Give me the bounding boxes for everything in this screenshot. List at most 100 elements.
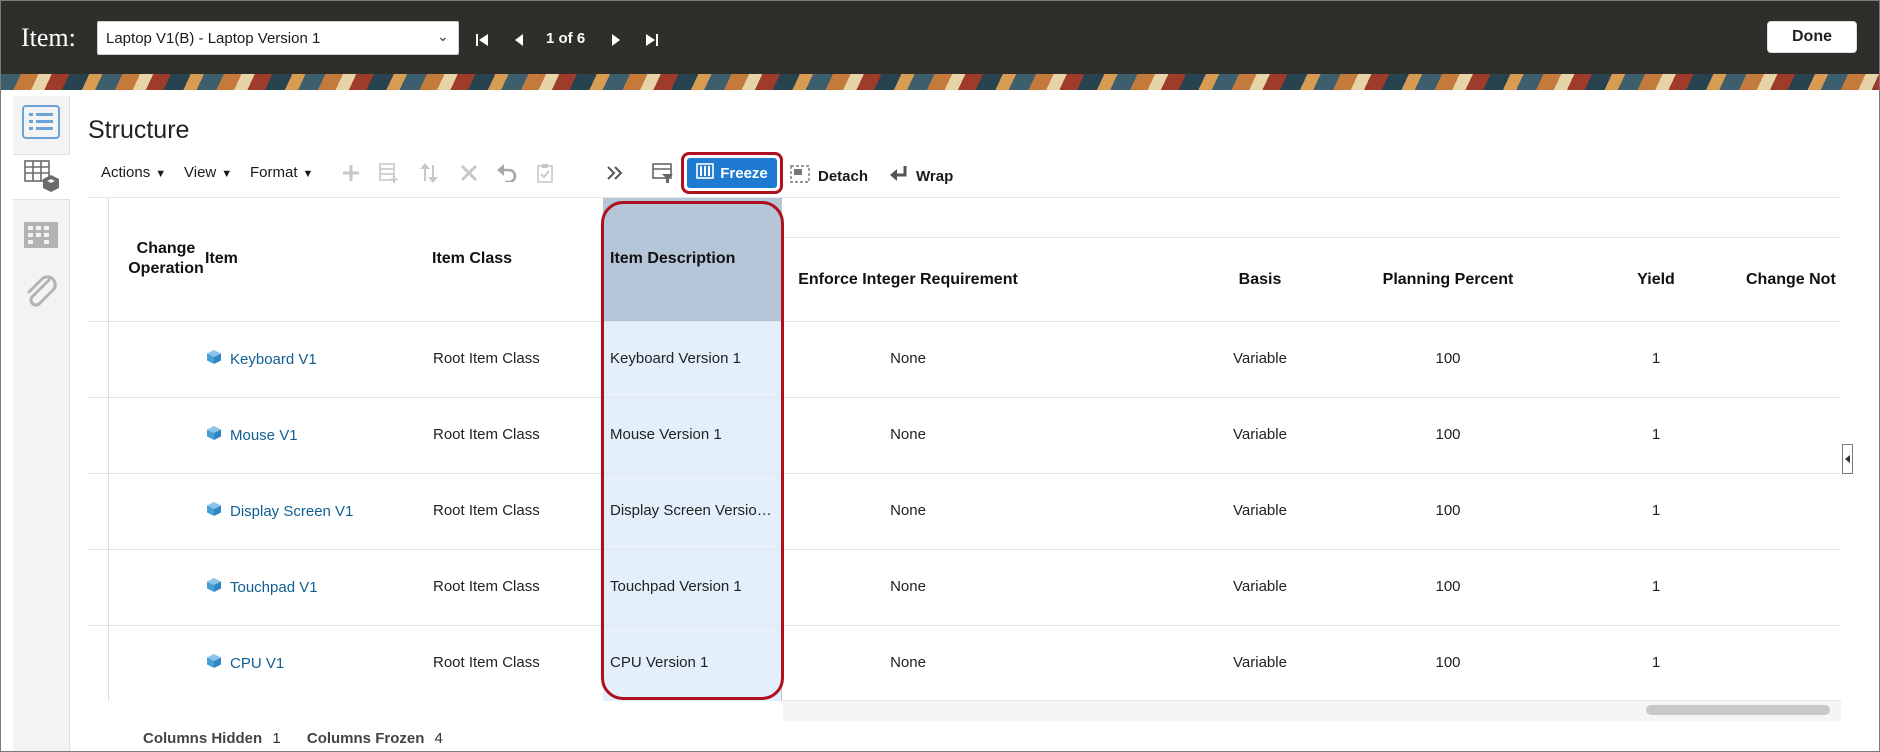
table-row-item[interactable]: CPU V1	[206, 653, 284, 673]
enforce-cell: None	[890, 350, 926, 367]
header-group-border	[783, 237, 1840, 238]
basis-cell: Variable	[1233, 350, 1287, 367]
paperclip-icon	[21, 272, 61, 317]
rail-structure[interactable]	[13, 154, 70, 200]
columns-frozen-label: Columns Frozen	[306, 730, 425, 747]
last-page-icon[interactable]	[641, 29, 663, 51]
columns-hidden-value: 1	[272, 730, 281, 747]
planning-cell: 100	[1435, 578, 1461, 595]
clipboard-check-icon[interactable]	[533, 161, 557, 185]
table-row-item[interactable]: Mouse V1	[206, 425, 298, 445]
actions-menu-label: Actions	[101, 164, 151, 181]
col-change-operation-line2: Operation	[128, 260, 204, 277]
caret-down-icon: ▼	[221, 168, 233, 180]
basis-cell: Variable	[1233, 502, 1287, 519]
next-page-icon[interactable]	[605, 29, 627, 51]
format-menu[interactable]: Format ▼	[250, 164, 313, 181]
item-cube-icon	[206, 425, 222, 445]
freeze-button-label: Freeze	[720, 164, 768, 182]
columns-frozen-value: 4	[434, 730, 443, 747]
item-cube-icon	[206, 501, 222, 521]
item-cube-icon	[206, 349, 222, 369]
item-link[interactable]: Display Screen V1	[230, 503, 353, 520]
item-label: Item:	[21, 23, 76, 52]
col-item[interactable]: Item	[205, 250, 238, 268]
planning-cell: 100	[1435, 426, 1461, 443]
first-page-icon[interactable]	[471, 29, 493, 51]
detach-button[interactable]: Detach	[790, 165, 868, 187]
format-menu-label: Format	[250, 164, 298, 181]
col-item-class[interactable]: Item Class	[432, 250, 512, 268]
caret-down-icon: ▼	[302, 168, 314, 180]
decorative-banner	[1, 74, 1879, 90]
caret-down-icon: ▼	[155, 168, 167, 180]
col-basis[interactable]: Basis	[1190, 271, 1330, 289]
row-divider	[88, 549, 1840, 550]
table-top-border	[88, 197, 1840, 198]
enforce-cell: None	[890, 578, 926, 595]
basis-cell: Variable	[1233, 654, 1287, 671]
enforce-cell: None	[890, 502, 926, 519]
sort-icon[interactable]	[417, 161, 441, 185]
item-link[interactable]: Keyboard V1	[230, 351, 317, 368]
planning-cell: 100	[1435, 654, 1461, 671]
row-divider	[88, 473, 1840, 474]
planning-cell: 100	[1435, 502, 1461, 519]
rail-overview[interactable]	[19, 102, 63, 146]
caret-left-icon	[1844, 455, 1850, 463]
item-link[interactable]: CPU V1	[230, 655, 284, 672]
collapse-panel-handle[interactable]	[1842, 444, 1853, 474]
yield-cell: 1	[1651, 350, 1661, 367]
yield-cell: 1	[1651, 578, 1661, 595]
item-selector[interactable]: Laptop V1(B) - Laptop Version 1	[97, 21, 459, 55]
add-rows-icon[interactable]	[377, 161, 401, 185]
col-planning-percent[interactable]: Planning Percent	[1328, 271, 1568, 289]
col-yield[interactable]: Yield	[1586, 271, 1726, 289]
view-menu[interactable]: View ▼	[184, 164, 232, 181]
detach-icon	[790, 165, 810, 187]
col-enforce-integer[interactable]: Enforce Integer Requirement	[794, 271, 1022, 289]
yield-cell: 1	[1651, 502, 1661, 519]
freeze-columns-icon	[696, 163, 715, 183]
app-window: Item: Laptop V1(B) - Laptop Version 1 ⌄ …	[0, 0, 1880, 752]
enforce-cell: None	[890, 426, 926, 443]
item-link[interactable]: Mouse V1	[230, 427, 298, 444]
add-icon[interactable]	[339, 161, 363, 185]
delete-icon[interactable]	[457, 161, 481, 185]
actions-menu[interactable]: Actions ▼	[101, 164, 166, 181]
item-header: Item: Laptop V1(B) - Laptop Version 1 ⌄ …	[1, 1, 1879, 74]
item-cube-icon	[206, 577, 222, 597]
pager-indicator: 1 of 6	[546, 30, 586, 47]
overflow-chevrons-icon[interactable]	[603, 161, 627, 185]
query-by-example-icon[interactable]	[651, 161, 675, 185]
structure-table: Change Operation Item Item Class Item De…	[88, 197, 1840, 701]
wrap-button[interactable]: Wrap	[890, 165, 953, 187]
undo-icon[interactable]	[495, 161, 519, 185]
col-change-operation-line1: Change	[136, 240, 196, 257]
item-class-cell: Root Item Class	[433, 654, 540, 671]
table-row-item[interactable]: Display Screen V1	[206, 501, 353, 521]
list-icon	[22, 104, 60, 144]
item-class-cell: Root Item Class	[433, 578, 540, 595]
item-cube-icon	[206, 653, 222, 673]
item-class-cell: Root Item Class	[433, 350, 540, 367]
table-row-item[interactable]: Keyboard V1	[206, 349, 317, 369]
yield-cell: 1	[1651, 426, 1661, 443]
freeze-button[interactable]: Freeze	[687, 158, 777, 188]
building-icon	[22, 218, 60, 255]
col-change-operation[interactable]: Change Operation	[114, 239, 218, 279]
wrap-button-label: Wrap	[916, 167, 954, 185]
view-menu-label: View	[184, 164, 217, 181]
previous-page-icon[interactable]	[508, 29, 530, 51]
side-rail	[13, 96, 70, 751]
row-divider	[88, 397, 1840, 398]
col-change-notice[interactable]: Change Not	[1746, 271, 1840, 289]
row-header-divider	[108, 197, 109, 701]
done-button[interactable]: Done	[1767, 21, 1857, 53]
rail-attachments[interactable]	[19, 272, 63, 316]
rail-organizations[interactable]	[19, 214, 63, 258]
horizontal-scrollbar-thumb[interactable]	[1646, 705, 1830, 715]
item-link[interactable]: Touchpad V1	[230, 579, 318, 596]
basis-cell: Variable	[1233, 426, 1287, 443]
table-row-item[interactable]: Touchpad V1	[206, 577, 318, 597]
